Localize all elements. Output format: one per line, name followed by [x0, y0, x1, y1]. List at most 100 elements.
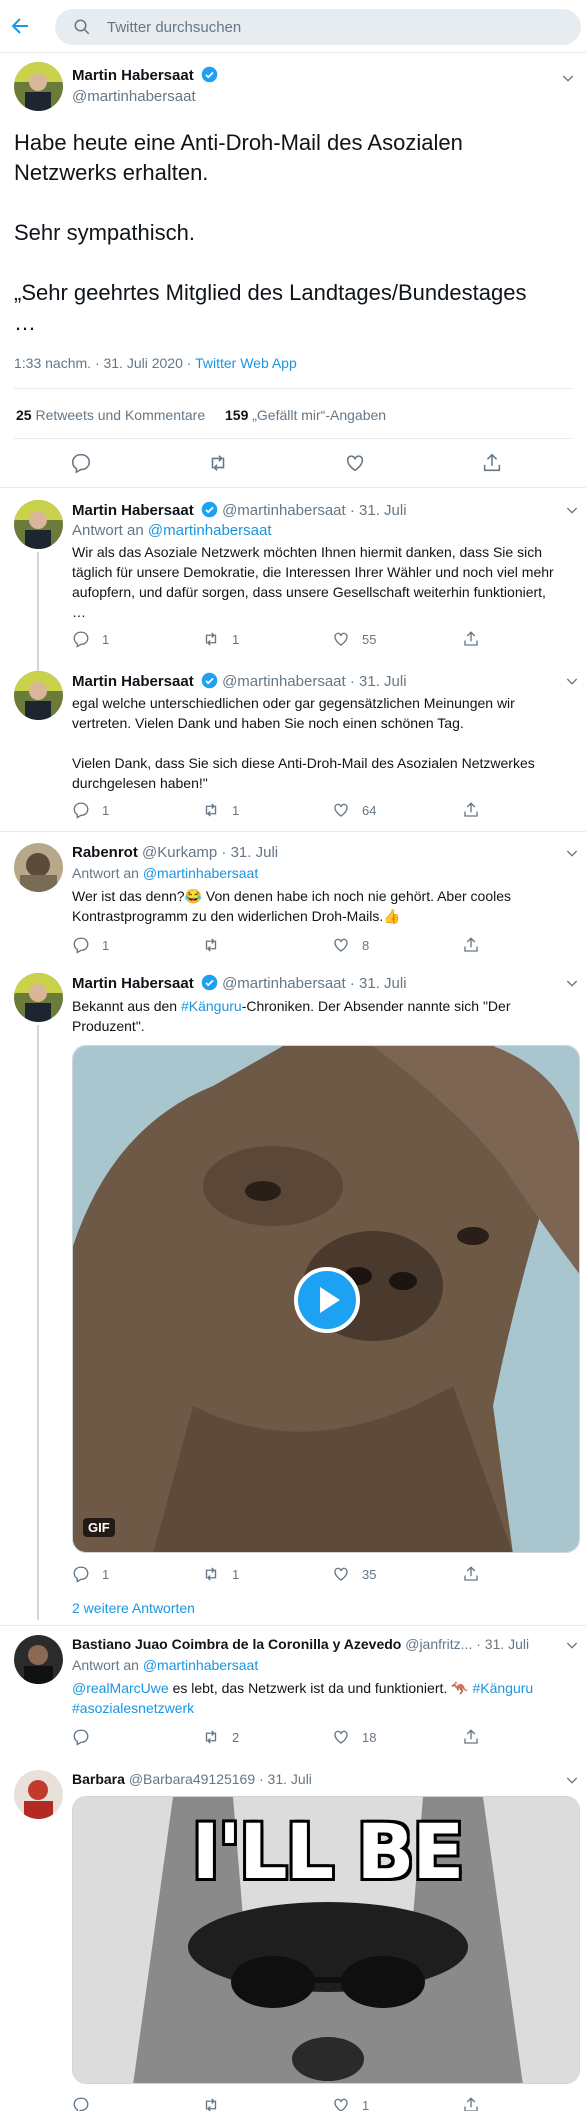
author-handle[interactable]: @martinhabersaat · 31. Juli — [222, 673, 406, 690]
tweet-timestamp: 1:33 nachm. · 31. Juli 2020 · Twitter We… — [14, 355, 297, 371]
avatar[interactable] — [14, 62, 63, 111]
reply-to-link[interactable]: @martinhabersaat — [148, 522, 272, 539]
avatar[interactable] — [14, 1635, 63, 1684]
tweet-body: @realMarcUwe es lebt, das Netzwerk ist d… — [72, 1680, 534, 1716]
tweet-stats: 25 Retweets und Kommentare 159 „Gefällt … — [16, 407, 386, 423]
retweet-icon — [205, 803, 217, 817]
more-replies-link[interactable]: 2 weitere Antworten — [72, 1600, 195, 1616]
author-name[interactable]: Martin Habersaat — [72, 66, 218, 84]
reply-icon — [73, 937, 89, 954]
share-icon — [464, 937, 478, 952]
verified-badge-icon — [201, 974, 218, 991]
reply-icon[interactable] — [70, 452, 92, 474]
meme-caption: I'LL BE — [191, 1807, 465, 1896]
reply-button[interactable]: 1 — [72, 801, 202, 819]
reply-icon — [73, 1729, 89, 1746]
like-button[interactable]: 35 — [332, 1565, 462, 1583]
author-handle[interactable]: @martinhabersaat · 31. Juli — [222, 502, 406, 519]
reply-button[interactable] — [72, 2096, 202, 2111]
back-arrow-icon[interactable] — [8, 14, 32, 38]
author-handle[interactable]: @Barbara49125169 · 31. Juli — [129, 1771, 312, 1787]
tweet-body: Habe heute eine Anti-Droh-Mail des Asozi… — [14, 130, 527, 335]
author-name[interactable]: Martin Habersaat — [72, 975, 194, 992]
reply-icon — [73, 631, 89, 648]
like-button[interactable]: 64 — [332, 801, 462, 819]
author-name[interactable]: Bastiano Juao Coimbra de la Coronilla y … — [72, 1636, 401, 1652]
reply-button[interactable]: 1 — [72, 1565, 202, 1583]
like-button[interactable]: 55 — [332, 630, 462, 648]
retweet-button[interactable]: 2 — [202, 1728, 332, 1746]
author-name[interactable]: Barbara — [72, 1771, 125, 1787]
author-handle[interactable]: @janfritz... · 31. Juli — [405, 1636, 529, 1652]
chevron-down-icon[interactable] — [560, 70, 576, 86]
reply-icon — [73, 2097, 89, 2111]
retweet-icon — [205, 1567, 217, 1581]
author-handle[interactable]: @martinhabersaat · 31. Juli — [222, 975, 406, 992]
tweet-source-link[interactable]: Twitter Web App — [195, 355, 297, 371]
chevron-down-icon[interactable] — [564, 502, 580, 518]
likes-stat[interactable]: 159 „Gefällt mir“-Angaben — [225, 407, 386, 423]
like-button[interactable]: 8 — [332, 936, 462, 954]
avatar[interactable] — [14, 671, 63, 720]
hashtag-link[interactable]: #Känguru — [181, 998, 242, 1014]
retweet-button[interactable]: 1 — [202, 1565, 332, 1583]
reply-button[interactable]: 1 — [72, 630, 202, 648]
retweet-button[interactable] — [202, 936, 332, 954]
search-bar[interactable]: Twitter durchsuchen — [55, 9, 581, 45]
share-icon — [464, 1729, 478, 1744]
author-name[interactable]: Rabenrot — [72, 844, 138, 861]
tweet-body: Wer ist das denn?😂 Von denen habe ich no… — [72, 888, 512, 924]
tweet-body: Bekannt aus den #Känguru-Chroniken. Der … — [72, 998, 511, 1034]
like-button[interactable]: 18 — [332, 1728, 462, 1746]
retweet-button[interactable]: 1 — [202, 801, 332, 819]
author-name[interactable]: Martin Habersaat — [72, 502, 194, 519]
hashtag-link[interactable]: #Känguru — [472, 1680, 533, 1696]
like-button[interactable]: 1 — [332, 2096, 462, 2111]
chevron-down-icon[interactable] — [564, 845, 580, 861]
author-handle[interactable]: @martinhabersaat — [72, 88, 196, 105]
avatar[interactable] — [14, 1770, 63, 1819]
share-button[interactable] — [462, 630, 586, 648]
reply-icon — [73, 802, 89, 819]
retweet-button[interactable]: 1 — [202, 630, 332, 648]
chevron-down-icon[interactable] — [564, 1772, 580, 1788]
mention-link[interactable]: @realMarcUwe — [72, 1680, 169, 1696]
chevron-down-icon[interactable] — [564, 975, 580, 991]
share-button[interactable] — [462, 936, 586, 954]
retweet-icon — [205, 1730, 217, 1744]
meme-image[interactable]: I'LL BE — [72, 1796, 580, 2084]
like-icon — [334, 938, 348, 952]
like-icon — [334, 1567, 348, 1581]
author-name[interactable]: Martin Habersaat — [72, 673, 194, 690]
share-button[interactable] — [462, 1565, 586, 1583]
reply-to-link[interactable]: @martinhabersaat — [143, 1657, 258, 1673]
share-button[interactable] — [462, 801, 586, 819]
share-icon[interactable] — [481, 452, 503, 474]
reply-to-link[interactable]: @martinhabersaat — [143, 865, 258, 881]
avatar[interactable] — [14, 973, 63, 1022]
avatar[interactable] — [14, 500, 63, 549]
retweet-button[interactable] — [202, 2096, 332, 2111]
reply-to: Antwort an @martinhabersaat — [72, 865, 259, 881]
search-icon — [74, 19, 90, 35]
reply-button[interactable] — [72, 1728, 202, 1746]
search-input[interactable]: Twitter durchsuchen — [107, 19, 241, 36]
reply-button[interactable]: 1 — [72, 936, 202, 954]
share-button[interactable] — [462, 1728, 586, 1746]
share-icon — [464, 802, 478, 817]
retweet-icon[interactable] — [207, 452, 229, 474]
hashtag-link[interactable]: #asozialesnetzwerk — [72, 1700, 194, 1716]
chevron-down-icon[interactable] — [564, 673, 580, 689]
chevron-down-icon[interactable] — [564, 1637, 580, 1653]
gif-media[interactable]: GIF — [72, 1045, 580, 1553]
retweets-stat[interactable]: 25 Retweets und Kommentare — [16, 407, 205, 423]
like-icon — [334, 1730, 348, 1744]
like-icon[interactable] — [344, 452, 366, 474]
retweet-icon — [205, 2098, 217, 2111]
top-bar: Twitter durchsuchen — [0, 0, 586, 53]
play-button[interactable] — [294, 1267, 360, 1333]
avatar[interactable] — [14, 843, 63, 892]
share-button[interactable] — [462, 2096, 586, 2111]
author-handle[interactable]: @Kurkamp · 31. Juli — [142, 844, 278, 861]
verified-badge-icon — [201, 66, 218, 83]
